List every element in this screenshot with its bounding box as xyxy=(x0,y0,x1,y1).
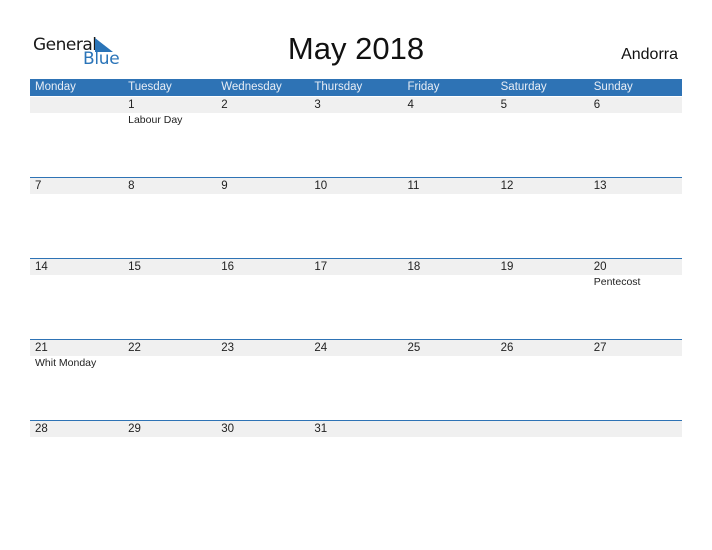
day-cell: 9 xyxy=(216,178,309,194)
day-cell xyxy=(589,421,682,437)
day-number: 14 xyxy=(35,261,48,273)
holiday-label: Labour Day xyxy=(128,114,183,126)
day-number: 3 xyxy=(314,99,321,111)
day-number: 7 xyxy=(35,180,42,192)
week-row: 21 Whit Monday 22 23 24 25 26 27 xyxy=(30,339,682,421)
day-cell: 3 xyxy=(309,97,402,127)
day-cell: 10 xyxy=(309,178,402,194)
day-cell: 16 xyxy=(216,259,309,289)
day-number: 21 xyxy=(35,342,48,354)
day-number: 24 xyxy=(314,342,328,354)
day-cell: 24 xyxy=(309,340,402,370)
day-number: 5 xyxy=(500,99,508,111)
week-row: 28 29 30 31 xyxy=(30,420,682,502)
day-cell: 6 xyxy=(589,97,682,127)
day-cell: 20 Pentecost xyxy=(589,259,682,289)
day-cell: 28 xyxy=(30,421,123,437)
day-number: 9 xyxy=(221,180,228,192)
day-number: 30 xyxy=(221,423,235,435)
day-cell: 5 xyxy=(496,97,589,127)
day-number: 31 xyxy=(314,423,328,435)
day-number: 23 xyxy=(221,342,235,354)
day-number: 4 xyxy=(407,99,414,111)
day-number: 15 xyxy=(128,261,141,273)
day-cell: 23 xyxy=(216,340,309,370)
day-cell: 26 xyxy=(496,340,589,370)
week-row: 1 Labour Day 2 3 4 5 6 xyxy=(30,97,682,178)
weekday-friday: Friday xyxy=(407,81,440,93)
day-number: 6 xyxy=(593,99,601,111)
weekday-tuesday: Tuesday xyxy=(128,81,172,93)
day-number xyxy=(35,97,123,113)
day-cell xyxy=(30,97,123,127)
day-number: 28 xyxy=(35,423,48,435)
day-number: 29 xyxy=(128,423,141,435)
day-number: 22 xyxy=(128,342,141,354)
day-number: 11 xyxy=(407,180,420,192)
day-cell: 12 xyxy=(496,178,589,194)
day-number: 26 xyxy=(500,342,514,354)
day-cell: 30 xyxy=(216,421,309,437)
weekday-thursday: Thursday xyxy=(314,81,363,93)
day-cell: 4 xyxy=(403,97,496,127)
day-cell: 15 xyxy=(123,259,216,289)
day-cell: 7 xyxy=(30,178,123,194)
holiday-label: Pentecost xyxy=(593,276,641,288)
day-number xyxy=(501,421,589,437)
day-number xyxy=(408,421,496,437)
day-number: 18 xyxy=(407,261,421,273)
weekday-sunday: Sunday xyxy=(593,81,633,93)
weekday-wednesday: Wednesday xyxy=(221,81,282,93)
day-cell: 8 xyxy=(123,178,216,194)
calendar-title: May 2018 xyxy=(287,31,425,66)
holiday-label: Whit Monday xyxy=(35,357,97,369)
day-number: 10 xyxy=(314,180,328,192)
day-cell: 17 xyxy=(309,259,402,289)
day-number: 25 xyxy=(407,342,421,354)
country-label: Andorra xyxy=(621,46,678,63)
day-cell: 18 xyxy=(403,259,496,289)
day-cell: 22 xyxy=(123,340,216,370)
day-cell: 13 xyxy=(589,178,682,194)
day-number: 12 xyxy=(500,180,514,192)
day-number: 13 xyxy=(593,180,607,192)
day-cell: 31 xyxy=(309,421,402,437)
day-cell: 14 xyxy=(30,259,123,289)
day-cell: 19 xyxy=(496,259,589,289)
day-number: 2 xyxy=(221,99,228,111)
weekday-monday: Monday xyxy=(35,81,76,93)
week-row: 7 8 9 10 11 12 13 xyxy=(30,177,682,259)
week-row: 14 15 16 17 18 19 20 Pentecost xyxy=(30,258,682,340)
day-number: 27 xyxy=(593,342,607,354)
day-cell: 27 xyxy=(589,340,682,370)
day-cell: 2 xyxy=(216,97,309,127)
day-cell: 11 xyxy=(403,178,496,194)
day-cell: 25 xyxy=(403,340,496,370)
day-number: 20 xyxy=(593,261,607,273)
day-cell: 29 xyxy=(123,421,216,437)
weekday-saturday: Saturday xyxy=(500,81,547,93)
day-number: 8 xyxy=(128,180,135,192)
day-cell xyxy=(403,421,496,437)
day-cell: 1 Labour Day xyxy=(123,97,216,127)
day-number: 17 xyxy=(314,261,328,273)
weekday-header: Monday Tuesday Wednesday Thursday Friday… xyxy=(30,79,682,96)
day-number: 19 xyxy=(500,261,514,273)
day-cell: 21 Whit Monday xyxy=(30,340,123,370)
day-cell xyxy=(496,421,589,437)
day-number: 1 xyxy=(128,99,135,111)
day-number xyxy=(594,421,682,437)
day-number: 16 xyxy=(221,261,235,273)
